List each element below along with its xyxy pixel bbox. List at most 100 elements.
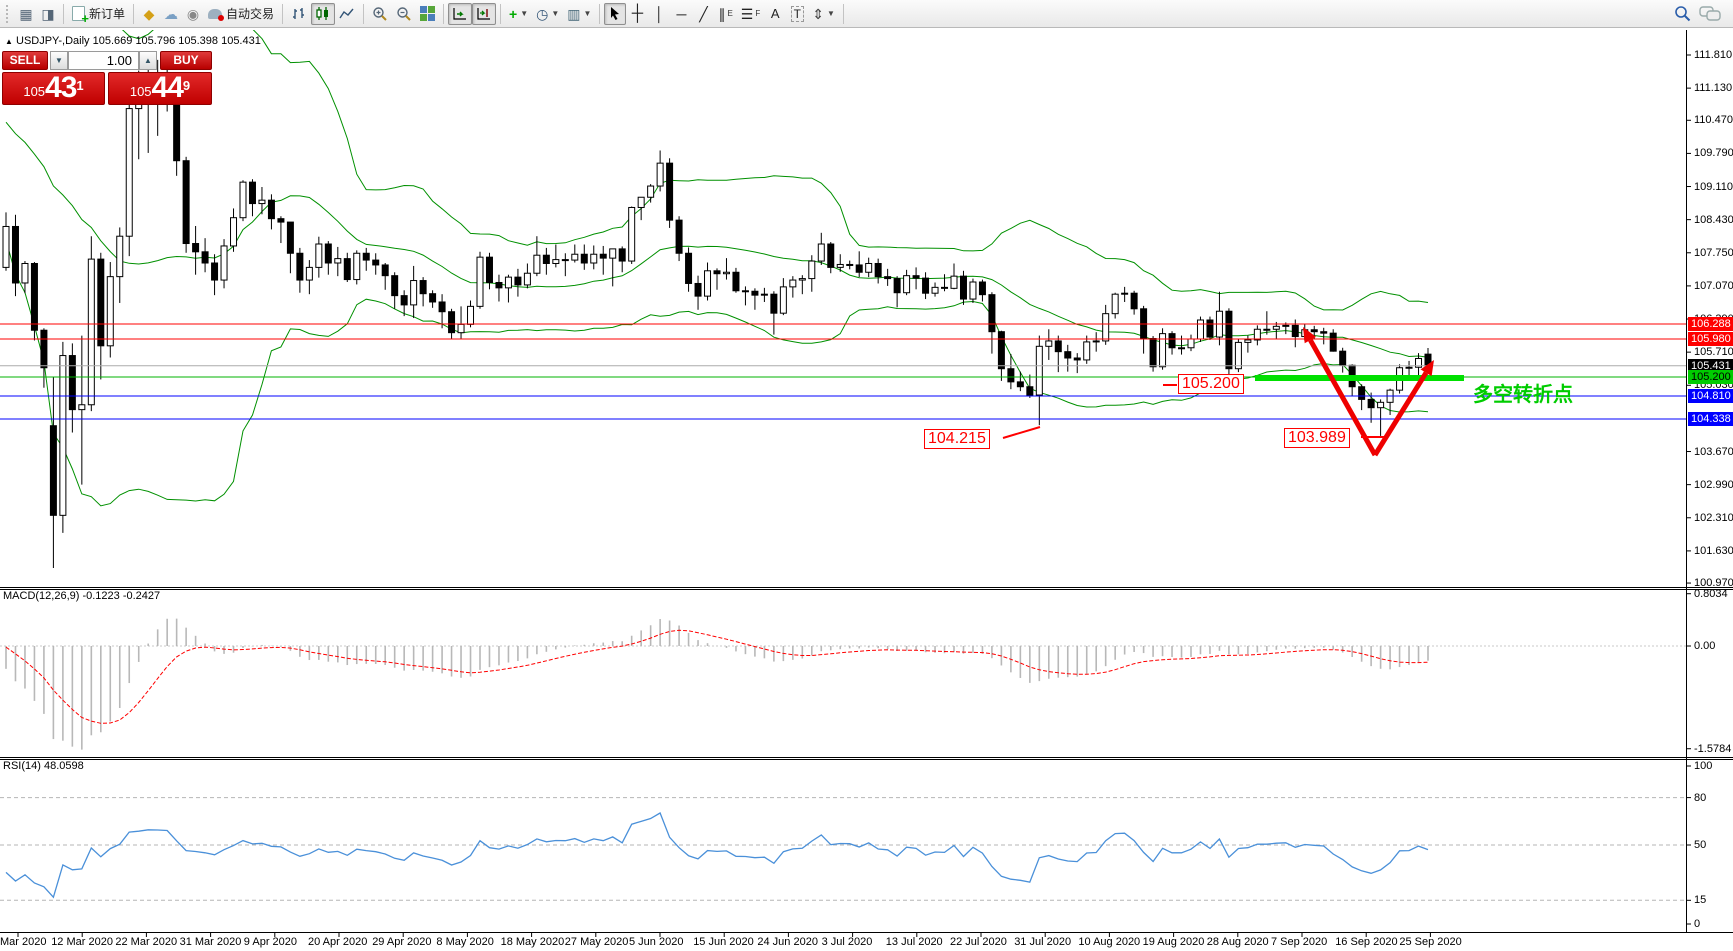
sell-button[interactable]: SELL (2, 51, 48, 70)
vertical-line-tool-button[interactable]: │ (648, 3, 670, 25)
date-tick-label: 16 Sep 2020 (1335, 936, 1397, 948)
macd-tick-label: 0.00 (1694, 640, 1715, 652)
line-chart-icon (339, 6, 355, 22)
channel-tool-button[interactable]: ∥E (714, 3, 736, 25)
chart-window[interactable]: ▲ USDJPY-,Daily 105.669 105.796 105.398 … (0, 29, 1733, 951)
autotrading-icon (208, 9, 222, 19)
zoom-in-icon (372, 6, 388, 22)
line-chart-button[interactable] (335, 3, 359, 25)
rsi-tick-label: 100 (1694, 760, 1712, 772)
crosshair-icon: ┼ (632, 6, 643, 22)
tile-windows-button[interactable] (416, 3, 439, 25)
macd-label: MACD(12,26,9) -0.1223 -0.2427 (3, 590, 160, 602)
separator (843, 4, 844, 24)
chevron-down-icon: ▼ (827, 9, 835, 18)
volume-up-button[interactable]: ▲ (139, 51, 157, 70)
date-tick-label: 18 May 2020 (501, 936, 565, 948)
fibonacci-icon: ☰ (741, 7, 754, 21)
profiles-icon: ◨ (41, 7, 54, 21)
mql-diamond-icon: ◆ (144, 7, 155, 21)
chat-icon[interactable] (1699, 6, 1721, 22)
price-tick-label: 102.310 (1694, 512, 1733, 524)
price-tick-label: 107.070 (1694, 280, 1733, 292)
signals-button[interactable]: ◉ (182, 3, 204, 25)
cursor-tool-button[interactable] (604, 3, 626, 25)
chevron-down-icon: ▼ (551, 9, 559, 18)
fibonacci-tool-button[interactable]: ☰F (737, 3, 764, 25)
chart-shift-icon (476, 6, 492, 22)
zoom-in-button[interactable] (368, 3, 392, 25)
date-tick-label: 9 Apr 2020 (244, 936, 297, 948)
zoom-out-icon (396, 6, 412, 22)
sell-price-pip: 1 (76, 73, 83, 99)
arrows-tool-button[interactable]: ⇕▼ (808, 3, 839, 25)
date-tick-label: 3 Jul 2020 (822, 936, 873, 948)
price-tick-label: 108.430 (1694, 214, 1733, 226)
date-tick-label: 19 Aug 2020 (1143, 936, 1205, 948)
sell-price-handle: 105 (23, 81, 45, 103)
price-tick-label: 107.750 (1694, 247, 1733, 259)
autotrading-button[interactable]: 自动交易 (204, 3, 278, 25)
label-tool-button[interactable]: T (786, 3, 808, 25)
periods-button[interactable]: ◷▼ (532, 3, 563, 25)
separator (133, 4, 134, 24)
trendline-tool-button[interactable]: ╱ (692, 3, 714, 25)
price-annotation-105200[interactable]: 105.200 (1178, 374, 1244, 394)
mt4-terminal: ▦ ◨ 新订单 ◆ ☁ ◉ 自动交易 (0, 0, 1733, 951)
rsi-tick-label: 0 (1694, 918, 1700, 930)
buy-button[interactable]: BUY (160, 51, 212, 70)
symbol-period-label: USDJPY-,Daily (16, 35, 90, 47)
separator (282, 4, 283, 24)
turning-point-note[interactable]: 多空转折点 (1473, 378, 1573, 407)
buy-price-button[interactable]: 105 44 9 (108, 72, 212, 105)
date-tick-label: 24 Jun 2020 (757, 936, 818, 948)
candlestick-chart-button[interactable] (311, 3, 335, 25)
horizontal-line-tool-button[interactable]: ─ (670, 3, 692, 25)
search-icon[interactable] (1674, 5, 1691, 22)
clock-icon: ◷ (536, 7, 548, 21)
price-tick-label: 102.990 (1694, 479, 1733, 491)
templates-button[interactable]: ▥▼ (563, 3, 595, 25)
one-click-collapse-icon[interactable]: ▲ (5, 37, 13, 46)
price-tick-label: 101.630 (1694, 545, 1733, 557)
buy-price-big: 44 (152, 73, 183, 103)
cursor-icon (608, 6, 622, 21)
indicators-plus-icon: + (509, 7, 517, 21)
price-badge: 105.980 (1688, 332, 1733, 346)
toolbar-grip (6, 5, 11, 23)
buy-price-pip: 9 (183, 73, 190, 99)
metaeditor-button[interactable]: ◆ (138, 3, 160, 25)
channel-icon: ∥ (718, 7, 725, 21)
date-tick-label: 13 Jul 2020 (886, 936, 943, 948)
text-tool-button[interactable]: A (764, 3, 786, 25)
sell-price-button[interactable]: 105 43 1 (2, 72, 105, 105)
volume-down-button[interactable]: ▼ (50, 51, 68, 70)
chart-shift-button[interactable] (472, 3, 496, 25)
date-tick-label: 15 Jun 2020 (693, 936, 754, 948)
auto-scroll-icon (452, 6, 468, 22)
date-tick-label: 28 Aug 2020 (1207, 936, 1269, 948)
zoom-out-button[interactable] (392, 3, 416, 25)
new-order-label: 新订单 (89, 5, 125, 22)
auto-scroll-button[interactable] (448, 3, 472, 25)
label-tool-icon: T (791, 6, 804, 22)
tile-windows-icon (420, 6, 435, 21)
bar-chart-button[interactable] (287, 3, 311, 25)
price-annotation-104215[interactable]: 104.215 (924, 429, 990, 449)
profiles-button[interactable]: ◨ (37, 3, 59, 25)
price-badge: 104.810 (1688, 389, 1733, 403)
market-button[interactable]: ☁ (160, 3, 182, 25)
new-order-button[interactable]: 新订单 (68, 3, 129, 25)
price-badge: 104.338 (1688, 412, 1733, 426)
new-chart-button[interactable]: ▦ (15, 3, 37, 25)
crosshair-tool-button[interactable]: ┼ (626, 3, 648, 25)
indicators-button[interactable]: +▼ (505, 3, 532, 25)
separator (599, 4, 600, 24)
volume-input[interactable]: 1.00 (68, 51, 139, 70)
macd-tick-label: 0.8034 (1694, 588, 1728, 600)
price-annotation-103989[interactable]: 103.989 (1284, 428, 1350, 448)
price-tick-label: 109.110 (1694, 181, 1733, 193)
rsi-tick-label: 50 (1694, 839, 1706, 851)
date-tick-label: 5 Jun 2020 (629, 936, 683, 948)
candlestick-plot[interactable] (0, 29, 1733, 951)
